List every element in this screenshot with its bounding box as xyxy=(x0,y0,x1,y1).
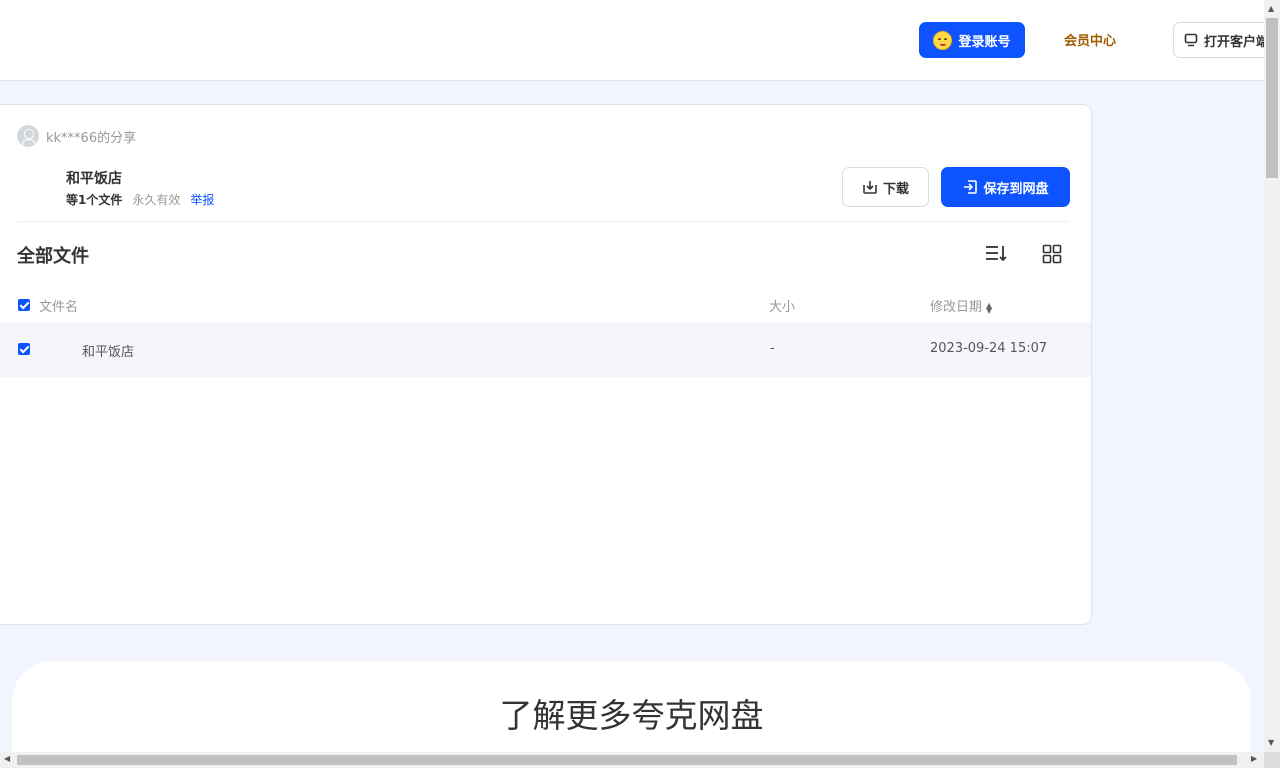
table-row[interactable]: 和平饭店 - 2023-09-24 15:07 xyxy=(0,322,1091,377)
sort-arrows-icon: ▲ ▼ xyxy=(986,300,993,315)
sort-icon[interactable] xyxy=(985,244,1007,262)
horizontal-scrollbar[interactable]: ◀ ▶ xyxy=(0,752,1264,768)
open-client-button[interactable]: 打开客户端 xyxy=(1173,22,1273,58)
scroll-down-icon[interactable]: ▼ xyxy=(1268,738,1274,747)
monitor-icon xyxy=(1184,33,1198,47)
sharer-info: kk***66的分享 xyxy=(17,125,136,147)
grid-view-icon[interactable] xyxy=(1042,244,1062,264)
top-header: 登录账号 会员中心 打开客户端 xyxy=(0,0,1273,81)
horizontal-scroll-thumb[interactable] xyxy=(17,755,1237,765)
save-label: 保存到网盘 xyxy=(983,181,1049,197)
file-date: 2023-09-24 15:07 xyxy=(930,341,1048,356)
scroll-left-icon[interactable]: ◀ xyxy=(4,754,10,763)
sharer-name: kk***66的分享 xyxy=(46,130,137,146)
vertical-scrollbar[interactable]: ▲ ▼ xyxy=(1264,0,1280,752)
scrollbar-corner xyxy=(1264,752,1280,768)
login-button-label: 登录账号 xyxy=(958,34,1011,50)
download-icon xyxy=(863,181,877,194)
vertical-scroll-thumb[interactable] xyxy=(1266,18,1278,178)
file-count: 等1个文件 xyxy=(66,193,123,207)
column-header-date[interactable]: 修改日期 ▲ ▼ xyxy=(930,296,992,315)
column-header-name: 文件名 xyxy=(39,300,79,315)
save-to-drive-button[interactable]: 保存到网盘 xyxy=(941,167,1070,207)
emoji-face-icon xyxy=(933,30,953,50)
promo-title: 了解更多夸克网盘 xyxy=(499,696,764,735)
scroll-right-icon[interactable]: ▶ xyxy=(1251,754,1257,763)
save-icon xyxy=(964,180,978,194)
file-name[interactable]: 和平饭店 xyxy=(82,341,134,360)
share-meta: 等1个文件 永久有效 举报 xyxy=(66,191,214,208)
report-link[interactable]: 举报 xyxy=(190,191,214,208)
row-checkbox[interactable] xyxy=(18,343,30,355)
divider xyxy=(17,221,1069,222)
share-title: 和平饭店 xyxy=(66,171,122,187)
share-card: kk***66的分享 和平饭店 等1个文件 永久有效 举报 下载 保存到网盘 全… xyxy=(0,104,1092,625)
scroll-up-icon[interactable]: ▲ xyxy=(1268,4,1274,13)
open-client-label: 打开客户端 xyxy=(1204,34,1270,50)
column-header-size: 大小 xyxy=(769,300,796,315)
avatar xyxy=(17,125,39,147)
column-header-date-label: 修改日期 xyxy=(930,300,983,315)
section-title: 全部文件 xyxy=(17,246,89,267)
vip-center-link[interactable]: 会员中心 xyxy=(1064,30,1116,50)
select-all-checkbox[interactable] xyxy=(18,299,30,311)
download-button[interactable]: 下载 xyxy=(842,167,929,207)
download-label: 下载 xyxy=(882,181,909,197)
login-button[interactable]: 登录账号 xyxy=(919,22,1025,58)
file-size: - xyxy=(770,341,775,356)
expire-text: 永久有效 xyxy=(132,193,181,207)
